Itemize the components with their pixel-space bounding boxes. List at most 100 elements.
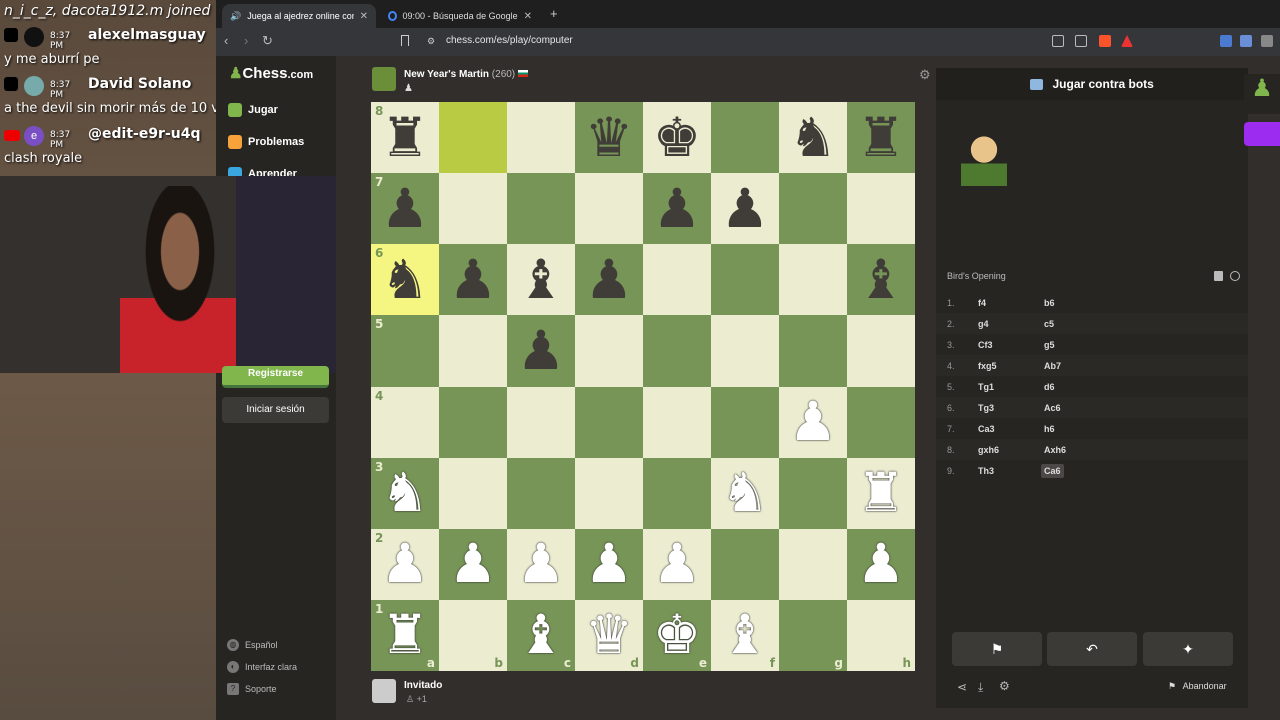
black-queen-icon[interactable]: ♛ — [585, 110, 633, 165]
black-rook-icon[interactable]: ♜ — [857, 110, 905, 165]
black-rook-icon[interactable]: ♜ — [381, 110, 429, 165]
forward-icon[interactable]: › — [244, 33, 248, 48]
square-g5[interactable] — [779, 315, 847, 387]
square-f1[interactable]: ♝ f — [711, 599, 779, 671]
square-b5[interactable] — [439, 315, 507, 387]
square-d3[interactable] — [575, 457, 643, 529]
black-knight-icon[interactable]: ♞ — [789, 110, 837, 165]
login-button[interactable]: Iniciar sesión — [222, 397, 329, 423]
black-move[interactable]: b6 — [1044, 298, 1055, 308]
extension-icon[interactable] — [1240, 35, 1252, 47]
settings-icon[interactable]: ⚙ — [999, 679, 1010, 693]
white-pawn-icon[interactable]: ♟ — [857, 537, 905, 591]
square-f3[interactable]: ♞ — [711, 457, 779, 529]
white-queen-icon[interactable]: ♛ — [585, 608, 633, 662]
square-h5[interactable] — [847, 315, 915, 387]
white-move[interactable]: f4 — [978, 298, 986, 308]
square-b4[interactable] — [439, 386, 507, 458]
black-move[interactable]: Ab7 — [1044, 361, 1061, 371]
square-f6[interactable] — [711, 244, 779, 316]
share-icon[interactable] — [1075, 35, 1087, 47]
square-c6[interactable]: ♝ — [507, 244, 575, 316]
black-move[interactable]: c5 — [1044, 319, 1054, 329]
white-move[interactable]: Th3 — [978, 466, 994, 476]
square-f5[interactable] — [711, 315, 779, 387]
square-d5[interactable] — [575, 315, 643, 387]
download-icon[interactable]: ⤓ — [978, 680, 983, 695]
square-h6[interactable]: ♝ — [847, 244, 915, 316]
square-b6[interactable]: ♟ — [439, 244, 507, 316]
menu-icon[interactable] — [1261, 35, 1273, 47]
theme-link[interactable]: ◐ Interfaz clara — [227, 661, 297, 673]
language-link[interactable]: ◍ Español — [227, 639, 278, 651]
square-a6[interactable]: ♞ 6 — [371, 244, 439, 316]
black-bishop-icon[interactable]: ♝ — [857, 252, 905, 307]
square-a7[interactable]: ♟ 7 — [371, 173, 439, 245]
tab-chess[interactable]: 🔊 Juega al ajedrez online contr ✕ — [222, 4, 376, 28]
black-bishop-icon[interactable]: ♝ — [517, 252, 565, 307]
square-g2[interactable] — [779, 528, 847, 600]
cast-icon[interactable] — [1052, 35, 1064, 47]
white-move[interactable]: Ca3 — [978, 424, 995, 434]
square-c5[interactable]: ♟ — [507, 315, 575, 387]
black-move[interactable]: d6 — [1044, 382, 1055, 392]
black-pawn-icon[interactable]: ♟ — [449, 252, 497, 307]
square-e2[interactable]: ♟ — [643, 528, 711, 600]
white-rook-icon[interactable]: ♜ — [381, 608, 429, 662]
square-c8[interactable] — [507, 102, 575, 174]
white-king-icon[interactable]: ♚ — [653, 608, 701, 662]
square-c1[interactable]: ♝ c — [507, 599, 575, 671]
square-h8[interactable]: ♜ — [847, 102, 915, 174]
black-move[interactable]: Ca6 — [1041, 463, 1064, 478]
square-a2[interactable]: ♟ 2 — [371, 528, 439, 600]
square-f8[interactable] — [711, 102, 779, 174]
square-e3[interactable] — [643, 457, 711, 529]
square-f4[interactable] — [711, 386, 779, 458]
support-link[interactable]: ? Soporte — [227, 683, 277, 695]
square-a3[interactable]: ♞ 3 — [371, 457, 439, 529]
site-info-icon[interactable]: ⚙ — [427, 36, 435, 47]
square-h3[interactable]: ♜ — [847, 457, 915, 529]
black-move[interactable]: h6 — [1044, 424, 1055, 434]
new-tab-button[interactable]: + — [550, 6, 558, 21]
brave-shield-icon[interactable] — [1099, 35, 1111, 47]
chess-board[interactable]: ♜ 8 ♛ ♚ ♞ ♜ ♟ 7 ♟ ♟ ♞ 6 ♟ ♝ ♟ ♝ 5 ♟ 4 ♟ ♞ 3 ♞ ♜ ♟ 2 ♟ ♟ ♟ ♟ ♟ ♜ 1 a b ♝ c ♛ d ♚… — [371, 102, 915, 671]
bookmark-icon[interactable] — [401, 35, 409, 46]
white-pawn-icon[interactable]: ♟ — [789, 395, 837, 449]
square-b8[interactable] — [439, 102, 507, 174]
upgrade-widget[interactable] — [1244, 122, 1280, 146]
share-icon[interactable]: ⋖ — [957, 680, 967, 694]
square-e5[interactable] — [643, 315, 711, 387]
square-g6[interactable] — [779, 244, 847, 316]
black-move[interactable]: Ac6 — [1044, 403, 1061, 413]
sidebar-item-play[interactable]: Jugar — [228, 103, 278, 117]
back-icon[interactable]: ‹ — [224, 33, 228, 48]
square-d2[interactable]: ♟ — [575, 528, 643, 600]
tab-google[interactable]: 09:00 - Búsqueda de Google ✕ — [380, 4, 540, 28]
square-d4[interactable] — [575, 386, 643, 458]
translate-icon[interactable] — [1220, 35, 1232, 47]
white-pawn-icon[interactable]: ♟ — [653, 537, 701, 591]
square-b2[interactable]: ♟ — [439, 528, 507, 600]
black-king-icon[interactable]: ♚ — [653, 110, 701, 165]
square-a1[interactable]: ♜ 1 a — [371, 599, 439, 671]
white-knight-icon[interactable]: ♞ — [721, 466, 769, 520]
square-g7[interactable] — [779, 173, 847, 245]
square-c3[interactable] — [507, 457, 575, 529]
white-move[interactable]: Tg1 — [978, 382, 994, 392]
black-pawn-icon[interactable]: ♟ — [721, 181, 769, 236]
white-bishop-icon[interactable]: ♝ — [517, 608, 565, 662]
square-b1[interactable]: b — [439, 599, 507, 671]
square-h4[interactable] — [847, 386, 915, 458]
black-pawn-icon[interactable]: ♟ — [653, 181, 701, 236]
square-e6[interactable] — [643, 244, 711, 316]
book-icon[interactable] — [1214, 271, 1223, 281]
square-g3[interactable] — [779, 457, 847, 529]
square-h7[interactable] — [847, 173, 915, 245]
close-icon[interactable]: ✕ — [360, 11, 368, 22]
square-b3[interactable] — [439, 457, 507, 529]
square-c7[interactable] — [507, 173, 575, 245]
url-field[interactable]: chess.com/es/play/computer — [446, 35, 573, 46]
white-move[interactable]: g4 — [978, 319, 989, 329]
square-g8[interactable]: ♞ — [779, 102, 847, 174]
